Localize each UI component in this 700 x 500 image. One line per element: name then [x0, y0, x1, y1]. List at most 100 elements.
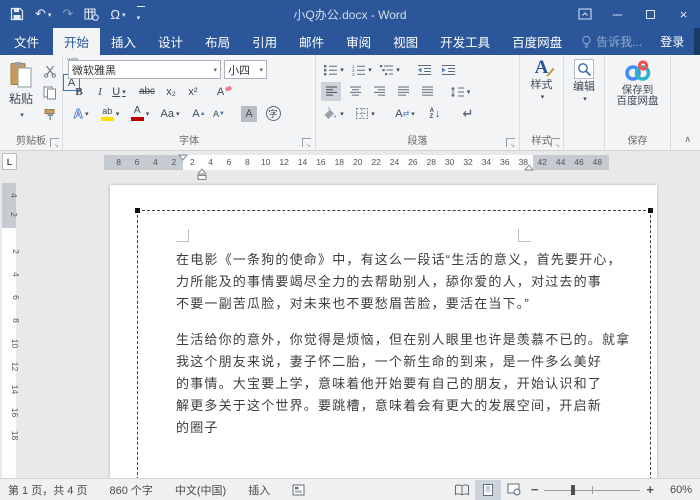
ribbon-tab[interactable]: 开始 [53, 28, 100, 55]
web-layout-icon[interactable] [501, 480, 527, 500]
align-left-button[interactable] [321, 82, 341, 101]
ruler-number: 18 [330, 155, 348, 170]
selection-handle-top-left[interactable] [135, 208, 140, 213]
font-color-button[interactable]: A [127, 104, 153, 123]
language-indicator[interactable]: 中文(中国) [175, 482, 226, 498]
ribbon-tab[interactable]: 邮件 [288, 28, 335, 55]
ribbon-tab[interactable]: 插入 [100, 28, 147, 55]
scissors-icon [43, 64, 57, 78]
line-spacing-icon [450, 86, 465, 98]
text-effects-button[interactable]: A [68, 104, 94, 123]
ribbon-tab[interactable]: 视图 [382, 28, 429, 55]
document-page[interactable]: 在电影《一条狗的使命》中，有这么一段话“生活的意义，首先要开心，力所能及的事情要… [110, 185, 657, 478]
macro-record-icon[interactable] [292, 484, 305, 496]
save-to-baidu-button[interactable]: 保存到百度网盘 [605, 59, 670, 107]
document-text[interactable]: 在电影《一条狗的使命》中，有这么一段话“生活的意义，首先要开心，力所能及的事情要… [176, 249, 630, 439]
ribbon-tab[interactable]: 开发工具 [429, 28, 501, 55]
enclose-characters-button[interactable]: 字 [263, 104, 283, 123]
subscript-button[interactable]: x₂ [161, 82, 181, 101]
undo-icon[interactable]: ↶ [35, 6, 51, 22]
line-spacing-button[interactable] [447, 82, 473, 101]
ribbon-tab[interactable]: 百度网盘 [501, 28, 573, 55]
zoom-level[interactable]: 60% [658, 484, 692, 496]
qat-customize-icon[interactable] [137, 6, 145, 23]
paragraph-dialog-launcher-icon[interactable] [506, 138, 515, 147]
symbol-omega-icon[interactable]: Ω [110, 7, 125, 22]
font-name-select[interactable]: 微软雅黑 [68, 60, 221, 79]
maximize-icon[interactable] [634, 0, 667, 28]
tell-me[interactable]: 告诉我... [573, 28, 650, 55]
text-line: 的圈子 [176, 417, 630, 439]
shrink-font-button[interactable]: A▼ [209, 104, 229, 123]
styles-dialog-launcher-icon[interactable] [551, 138, 560, 147]
ribbon-tab[interactable]: 布局 [194, 28, 241, 55]
multilevel-list-button[interactable] [377, 60, 402, 79]
word-count[interactable]: 860 个字 [109, 482, 152, 498]
highlight-color-button[interactable]: ab [97, 104, 123, 123]
share-button[interactable]: 共享 [694, 28, 700, 55]
font-dialog-launcher-icon[interactable] [302, 138, 311, 147]
asian-layout-button[interactable]: A⇄ [392, 104, 418, 123]
hanging-indent-marker[interactable] [197, 168, 207, 181]
ribbon-display-options-icon[interactable] [568, 0, 601, 28]
align-center-button[interactable] [345, 82, 365, 101]
selection-handle-top-right[interactable] [648, 208, 653, 213]
redo-icon[interactable]: ↷ [62, 6, 73, 22]
zoom-slider-thumb[interactable] [571, 485, 575, 495]
save-icon[interactable] [10, 7, 24, 21]
first-line-indent-marker[interactable] [178, 154, 188, 161]
styles-button[interactable]: A 样式 [520, 59, 563, 103]
page-indicator[interactable]: 第 1 页，共 4 页 [8, 482, 87, 498]
italic-button[interactable]: I [90, 82, 110, 101]
clear-formatting-button[interactable]: A [215, 82, 235, 101]
font-group-label: 字体 [63, 132, 315, 147]
font-size-select[interactable]: 小四 [224, 60, 267, 79]
underline-button[interactable]: U [109, 82, 129, 101]
justify-button[interactable] [393, 82, 413, 101]
ruler-number: 48 [588, 155, 606, 170]
show-hide-marks-button[interactable]: ↵ [458, 104, 478, 123]
right-indent-marker[interactable] [524, 164, 534, 171]
clipboard-dialog-launcher-icon[interactable] [50, 138, 59, 147]
sign-in-button[interactable]: 登录 [650, 28, 694, 55]
paragraph-group-label: 段落 [316, 132, 519, 147]
ribbon-tab[interactable]: 审阅 [335, 28, 382, 55]
ribbon-tab[interactable]: 文件 [0, 28, 53, 55]
insert-mode-indicator[interactable]: 插入 [248, 482, 270, 498]
bold-button[interactable]: B [69, 82, 89, 101]
shading-button[interactable] [320, 104, 346, 123]
horizontal-ruler[interactable]: 8642 2468101214161820222426283032343638 … [104, 155, 609, 170]
minimize-icon[interactable]: ─ [601, 0, 634, 28]
zoom-slider[interactable] [542, 480, 642, 500]
borders-button[interactable] [352, 104, 378, 123]
tab-selector[interactable]: L [2, 153, 17, 170]
numbering-button[interactable]: 123 [349, 60, 374, 79]
ruler-number: 18 [0, 431, 21, 440]
close-icon[interactable]: × [667, 0, 700, 28]
grow-font-button[interactable]: A▲ [189, 104, 209, 123]
print-layout-icon[interactable] [475, 480, 501, 500]
align-right-button[interactable] [369, 82, 389, 101]
cut-button[interactable] [40, 61, 60, 80]
character-shading-button[interactable]: A [239, 104, 259, 123]
ribbon-tab[interactable]: 引用 [241, 28, 288, 55]
format-painter-button[interactable] [40, 105, 60, 124]
sort-button[interactable]: AZ↓ [424, 104, 446, 123]
strikethrough-button[interactable]: abc [137, 82, 157, 101]
decrease-indent-button[interactable] [414, 60, 434, 79]
ribbon-tab[interactable]: 设计 [147, 28, 194, 55]
paste-button[interactable]: 粘贴 [4, 61, 38, 121]
distribute-button[interactable] [417, 82, 437, 101]
superscript-button[interactable]: x² [183, 82, 203, 101]
bullets-button[interactable] [321, 60, 346, 79]
read-mode-icon[interactable] [449, 480, 475, 500]
increase-indent-button[interactable] [438, 60, 458, 79]
editing-button[interactable]: 编辑 [564, 59, 604, 105]
collapse-ribbon-icon[interactable]: ∧ [684, 134, 691, 145]
vertical-ruler[interactable]: 42 24681012141618 [2, 183, 16, 478]
insert-table-icon[interactable] [84, 7, 99, 21]
change-case-button[interactable]: Aa [157, 104, 183, 123]
zoom-out-icon[interactable]: − [527, 482, 543, 497]
copy-button[interactable] [40, 83, 60, 102]
zoom-in-icon[interactable]: + [642, 482, 658, 497]
